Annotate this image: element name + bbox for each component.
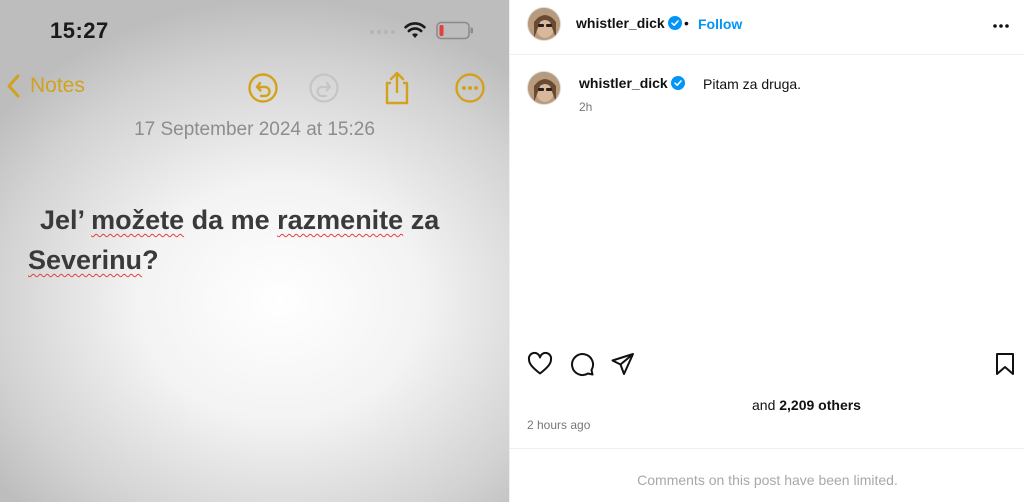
caption-username-link[interactable]: whistler_dick xyxy=(579,75,685,91)
avatar-image xyxy=(528,72,560,104)
username: whistler_dick xyxy=(576,15,665,31)
note-word: ? xyxy=(142,245,159,275)
verified-badge-icon xyxy=(670,76,685,90)
more-icon[interactable] xyxy=(454,72,486,104)
misspelled-word: Severinu xyxy=(28,245,143,275)
wifi-icon xyxy=(404,22,426,38)
heart-icon[interactable] xyxy=(527,351,553,377)
avatar[interactable] xyxy=(527,7,561,41)
note-word: za xyxy=(403,205,440,235)
likes-prefix: and xyxy=(752,397,780,413)
undo-icon[interactable] xyxy=(247,72,279,104)
divider xyxy=(510,448,1024,449)
note-body: Jel’ možete da me razmenite za Severinu? xyxy=(28,200,488,280)
note-word: Jel’ xyxy=(40,205,84,235)
caption-username: whistler_dick xyxy=(579,75,668,91)
caption-timestamp[interactable]: 2h xyxy=(579,100,592,114)
share-icon[interactable] xyxy=(382,70,412,106)
username-link[interactable]: whistler_dick xyxy=(576,15,682,31)
post-timestamp[interactable]: 2 hours ago xyxy=(527,418,590,432)
notes-back-label: Notes xyxy=(30,74,85,97)
likes-count: 2,209 others xyxy=(779,397,861,413)
notes-back-button[interactable]: Notes xyxy=(6,73,85,99)
note-line-2: Severinu? xyxy=(28,245,159,275)
note-line-1: Jel’ možete da me razmenite za xyxy=(28,200,488,240)
follow-button[interactable]: Follow xyxy=(698,16,742,32)
signal-dots-icon xyxy=(370,30,395,34)
comments-limited-notice: Comments on this post have been limited. xyxy=(637,472,898,488)
battery-icon xyxy=(436,21,473,40)
share-icon[interactable] xyxy=(610,351,636,377)
separator-dot: • xyxy=(684,15,689,31)
likes-summary[interactable]: and 2,209 others xyxy=(752,397,861,413)
post-header: whistler_dick • Follow xyxy=(510,0,1024,55)
comment-icon[interactable] xyxy=(569,351,595,377)
post-photo: 15:27 Notes 17 September 2024 at 15:26 J… xyxy=(0,0,509,502)
bookmark-icon[interactable] xyxy=(992,351,1018,377)
note-word: da me xyxy=(184,205,278,235)
misspelled-word: razmenite xyxy=(277,205,404,235)
avatar-image xyxy=(528,8,560,40)
note-date: 17 September 2024 at 15:26 xyxy=(134,119,375,140)
verified-badge-icon xyxy=(667,16,682,30)
chevron-left-icon xyxy=(7,74,20,98)
more-options-icon[interactable] xyxy=(991,16,1011,36)
misspelled-word: možete xyxy=(91,205,185,235)
avatar[interactable] xyxy=(527,71,561,105)
redo-icon[interactable] xyxy=(308,72,340,104)
status-time: 15:27 xyxy=(50,18,109,43)
post-details-panel: whistler_dick • Follow whistler_dick Pit… xyxy=(509,0,1024,502)
caption-text: Pitam za druga. xyxy=(703,76,802,92)
